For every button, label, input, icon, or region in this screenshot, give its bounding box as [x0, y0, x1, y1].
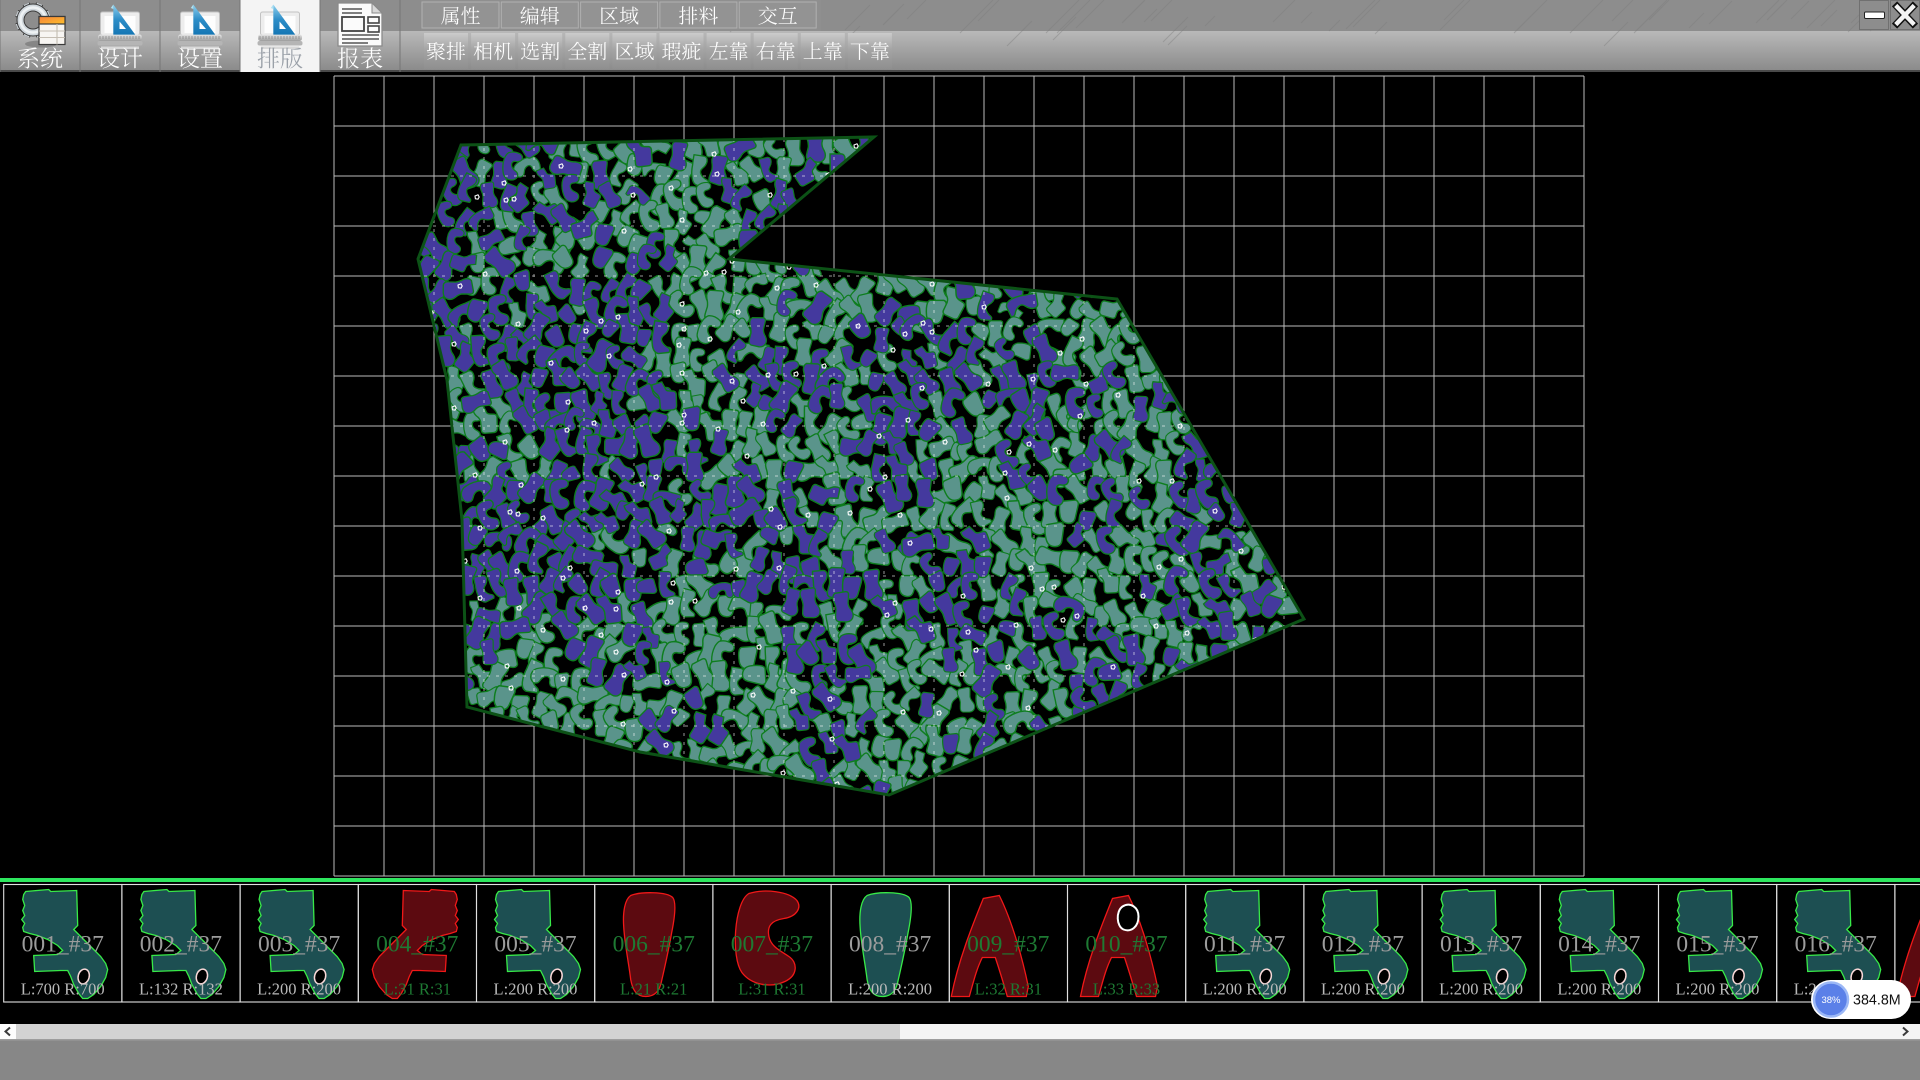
- svg-text:L:200 R:200: L:200 R:200: [1203, 980, 1287, 999]
- svg-text:L:32 R:31: L:32 R:31: [975, 980, 1042, 999]
- svg-text:L:200 R:200: L:200 R:200: [1439, 980, 1523, 999]
- svg-text:38%: 38%: [1821, 995, 1841, 1006]
- svg-text:010_#37: 010_#37: [1085, 932, 1168, 958]
- svg-text:L:31 R:31: L:31 R:31: [738, 980, 805, 999]
- svg-text:016_#37: 016_#37: [1795, 932, 1878, 958]
- svg-text:002_#37: 002_#37: [140, 932, 223, 958]
- svg-text:008_#37: 008_#37: [849, 932, 932, 958]
- svg-text:005_#37: 005_#37: [494, 932, 577, 958]
- svg-text:013_#37: 013_#37: [1440, 932, 1523, 958]
- svg-text:L:21 R:21: L:21 R:21: [620, 980, 687, 999]
- svg-text:L:700 R:700: L:700 R:700: [21, 980, 105, 999]
- svg-text:015_#37: 015_#37: [1676, 932, 1759, 958]
- svg-text:003_#37: 003_#37: [258, 932, 341, 958]
- svg-text:384.8M: 384.8M: [1853, 993, 1901, 1009]
- svg-text:011_#37: 011_#37: [1204, 932, 1286, 958]
- svg-text:L:33 R:33: L:33 R:33: [1093, 980, 1160, 999]
- svg-text:L:200 R:200: L:200 R:200: [1676, 980, 1760, 999]
- svg-text:004_#37: 004_#37: [376, 932, 459, 958]
- svg-text:L:132 R:132: L:132 R:132: [139, 980, 223, 999]
- svg-text:009_#37: 009_#37: [967, 932, 1050, 958]
- svg-text:L:200 R:200: L:200 R:200: [257, 980, 341, 999]
- svg-text:012_#37: 012_#37: [1322, 932, 1405, 958]
- svg-text:007_#37: 007_#37: [731, 932, 814, 958]
- svg-text:001_#37: 001_#37: [22, 932, 105, 958]
- svg-text:L:200 R:200: L:200 R:200: [1557, 980, 1641, 999]
- svg-text:014_#37: 014_#37: [1558, 932, 1641, 958]
- svg-text:L:31 R:31: L:31 R:31: [384, 980, 451, 999]
- svg-text:L:200 R:200: L:200 R:200: [848, 980, 932, 999]
- svg-text:L:200 R:200: L:200 R:200: [1321, 980, 1405, 999]
- svg-text:006_#37: 006_#37: [613, 932, 696, 958]
- svg-text:L:200 R:200: L:200 R:200: [494, 980, 578, 999]
